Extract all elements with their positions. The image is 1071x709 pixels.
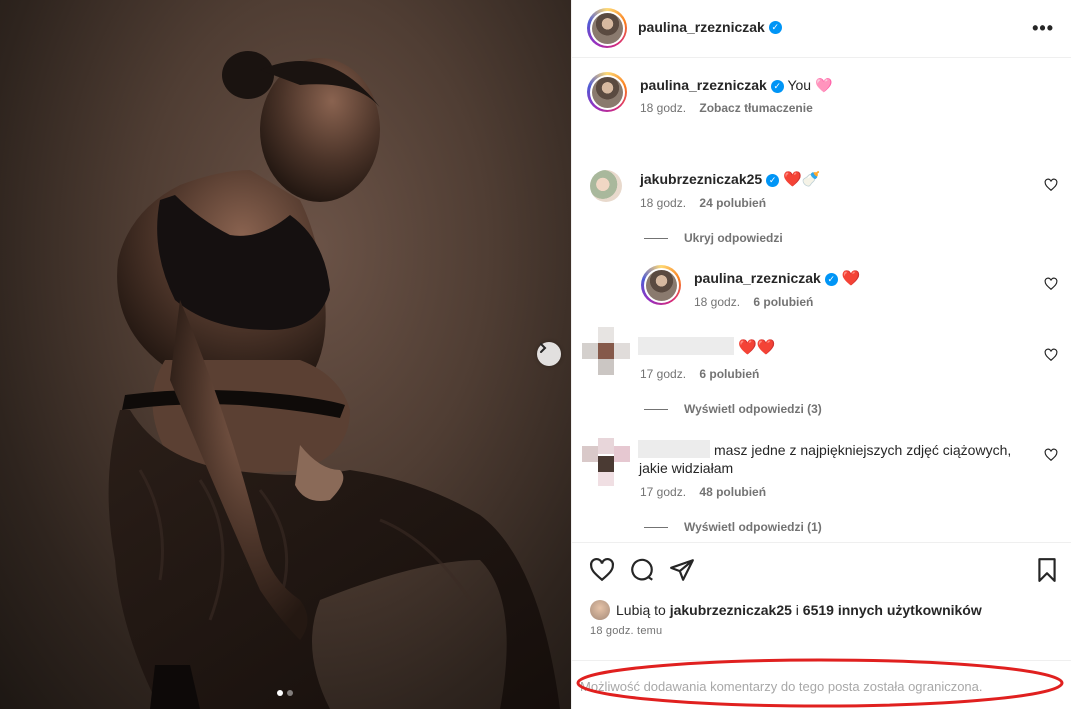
comment-time: 18 godz. <box>640 196 687 210</box>
comment-text-line2: jakie widziałam <box>639 460 734 476</box>
replies-toggle-label: Wyświetl odpowiedzi (3) <box>684 402 822 416</box>
comment-item: ❤️❤️ 17 godz. 6 polubień <box>572 325 1071 385</box>
likes-prefix: Lubią to <box>616 602 666 618</box>
bookmark-icon[interactable] <box>1034 557 1060 583</box>
pixelated-username <box>638 440 710 458</box>
comment-time: 17 godz. <box>640 485 687 499</box>
commenter-avatar[interactable] <box>590 170 622 202</box>
pixelated-avatar[interactable] <box>582 438 630 486</box>
replies-toggle-label: Ukryj odpowiedzi <box>684 231 783 245</box>
pixelated-avatar[interactable] <box>582 327 630 375</box>
red-annotation-ellipse <box>576 658 1064 708</box>
carousel-dot-active <box>277 690 283 696</box>
reply-avatar[interactable] <box>641 265 681 305</box>
verified-badge-icon: ✓ <box>766 173 780 187</box>
comment-likes[interactable]: 48 polubień <box>699 485 766 499</box>
caption-text: You 🩷 <box>787 77 833 93</box>
comment-text: ❤️❤️ <box>738 339 776 356</box>
comment-time: 17 godz. <box>640 367 687 381</box>
view-replies-button[interactable]: Wyświetl odpowiedzi (1) <box>644 520 822 534</box>
caption-time: 18 godz. <box>640 101 687 115</box>
verified-badge-icon: ✓ <box>768 21 782 35</box>
verified-badge-icon: ✓ <box>824 272 838 286</box>
view-replies-button[interactable]: Wyświetl odpowiedzi (3) <box>644 402 822 416</box>
heart-icon[interactable] <box>589 557 615 583</box>
comment-text-line1: masz jedne z najpiękniejszych zdjęć ciąż… <box>714 442 1012 458</box>
heart-icon[interactable] <box>1044 448 1058 462</box>
more-horizontal-icon[interactable]: ••• <box>1032 18 1054 39</box>
reply-username[interactable]: paulina_rzezniczak <box>694 270 821 286</box>
post-header: paulina_rzezniczak ✓ ••• <box>572 0 1071 58</box>
comment-likes[interactable]: 24 polubień <box>699 196 766 210</box>
likes-summary: Lubią to jakubrzezniczak25 i 6519 innych… <box>590 600 982 620</box>
comment-item: jakubrzezniczak25 ✓ ❤️🍼 18 godz. 24 polub… <box>572 168 1071 218</box>
photo-silhouette <box>108 51 561 709</box>
caption-avatar[interactable] <box>587 72 627 112</box>
heart-icon[interactable] <box>1044 178 1058 192</box>
caption-username[interactable]: paulina_rzezniczak <box>640 77 767 93</box>
comment-item: masz jedne z najpiękniejszych zdjęć ciąż… <box>572 436 1071 506</box>
send-icon[interactable] <box>669 557 695 583</box>
liker-avatar[interactable] <box>590 600 610 620</box>
reply-time: 18 godz. <box>694 295 741 309</box>
carousel-dot <box>287 690 293 696</box>
comment-icon[interactable] <box>629 557 655 583</box>
reply-text: ❤️ <box>841 270 861 287</box>
author-username[interactable]: paulina_rzezniczak <box>638 19 765 35</box>
hide-replies-button[interactable]: Ukryj odpowiedzi <box>644 231 783 245</box>
translate-link[interactable]: Zobacz tłumaczenie <box>699 101 812 115</box>
verified-badge-icon: ✓ <box>770 79 784 93</box>
heart-icon[interactable] <box>1044 277 1058 291</box>
liker-username[interactable]: jakubrzezniczak25 <box>670 602 792 618</box>
likes-others-link[interactable]: 6519 innych użytkowników <box>803 602 982 618</box>
heart-icon[interactable] <box>1044 348 1058 362</box>
post-caption: paulina_rzezniczak ✓ You 🩷 18 godz. Zobac… <box>572 70 1071 130</box>
reply-likes[interactable]: 6 polubień <box>753 295 813 309</box>
carousel-indicator <box>277 690 293 696</box>
comment-text: ❤️🍼 <box>783 171 821 188</box>
comment-reply: paulina_rzezniczak ✓ ❤️ 18 godz. 6 polubi… <box>572 265 1071 315</box>
post-side-panel: paulina_rzezniczak ✓ ••• paulina_rzeznicz… <box>571 0 1071 709</box>
comment-likes[interactable]: 6 polubień <box>699 367 759 381</box>
carousel-next-button[interactable] <box>537 342 561 366</box>
pixelated-username <box>638 337 734 355</box>
comment-username[interactable]: jakubrzezniczak25 <box>640 171 762 187</box>
post-timestamp: 18 godz. temu <box>590 625 663 637</box>
replies-toggle-label: Wyświetl odpowiedzi (1) <box>684 520 822 534</box>
post-media[interactable] <box>0 0 571 709</box>
author-avatar[interactable] <box>587 8 627 48</box>
likes-conjunction: i <box>795 602 799 618</box>
